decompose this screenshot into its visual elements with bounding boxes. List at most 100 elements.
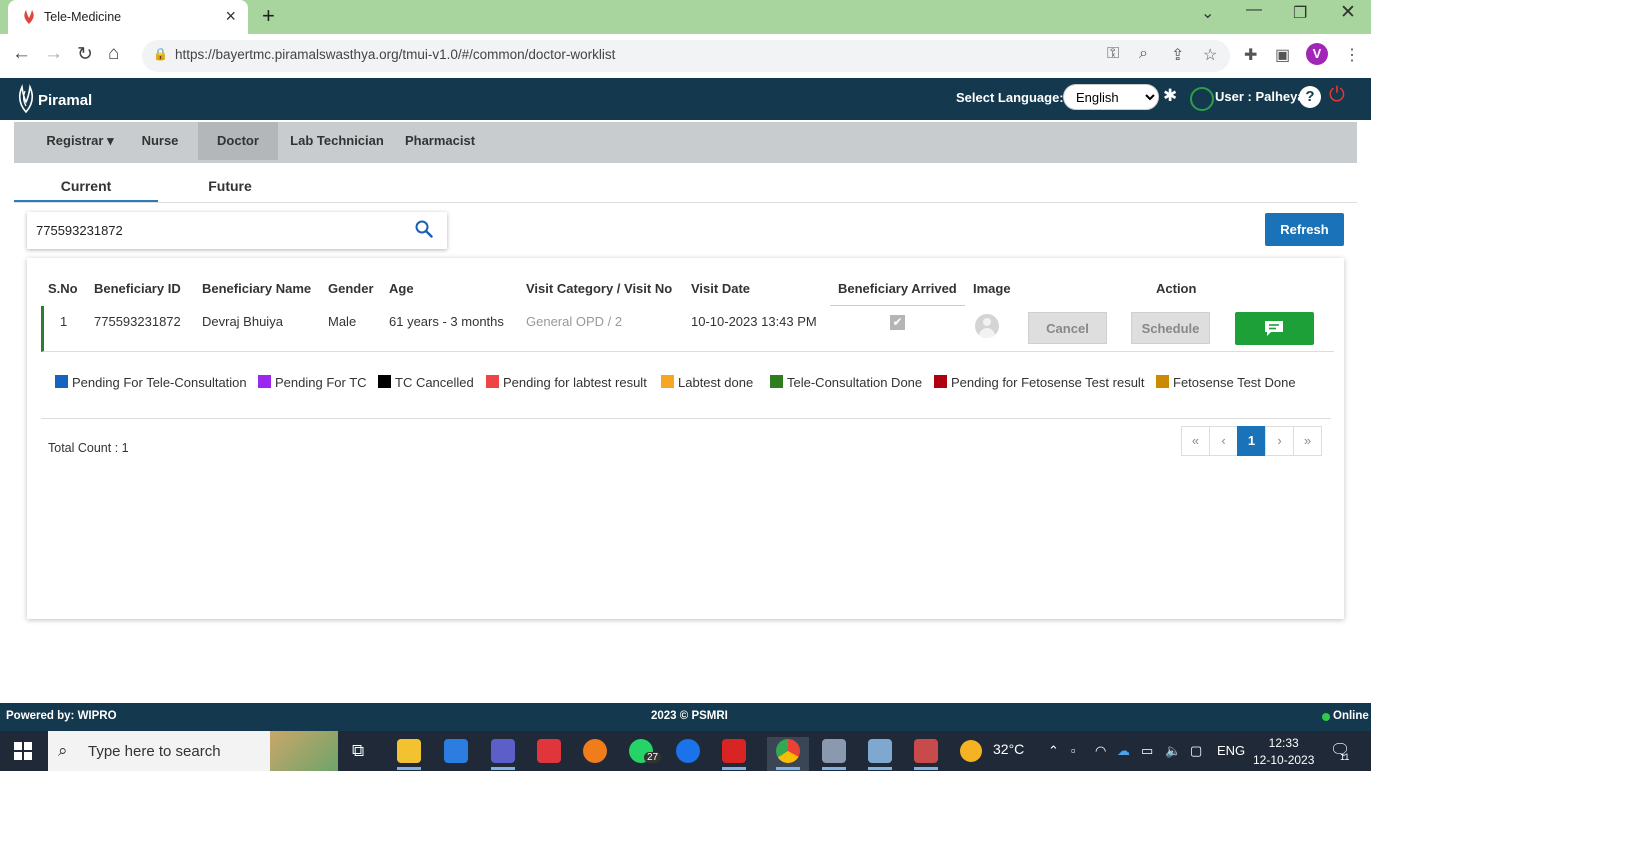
bluetooth-icon[interactable]: ✱ [1163,86,1177,106]
new-tab-icon[interactable]: + [262,3,275,29]
chrome-icon[interactable] [776,739,800,763]
search-input[interactable] [34,222,398,239]
key-icon[interactable]: ⚿ [1107,45,1119,63]
legend-item: Fetosense Test Done [1156,375,1296,390]
schedule-button[interactable]: Schedule [1131,312,1210,344]
weather-icon[interactable] [960,740,982,762]
legend-item: Labtest done [661,375,753,390]
meet-icon[interactable]: ▫ [1071,743,1076,758]
column-header-visit-category: Visit Category / Visit No [526,281,673,296]
role-registrar[interactable]: Registrar ▾ [33,122,127,160]
running-indicator [491,767,515,770]
running-indicator [868,767,892,770]
volume-icon[interactable]: 🔈 [1165,743,1181,759]
swiggy-icon[interactable] [583,739,607,763]
running-indicator [722,767,746,770]
minimize-icon[interactable]: — [1246,1,1262,19]
pagination-prev[interactable]: ‹ [1209,426,1238,456]
profile-avatar[interactable]: V [1306,43,1328,65]
search-icon[interactable] [415,220,433,238]
role-nurse[interactable]: Nurse [130,122,190,160]
forward-icon[interactable]: → [44,43,63,65]
tab-divider [14,202,1357,203]
anydesk-icon[interactable] [537,739,561,763]
taskbar-clock[interactable]: 12:33 12-10-2023 [1253,735,1314,769]
restore-icon[interactable]: ❐ [1293,3,1307,23]
back-icon[interactable]: ← [12,43,31,65]
select-language-label: Select Language: [956,90,1064,105]
store-icon[interactable] [444,739,468,763]
beneficiary-avatar-icon[interactable] [975,314,999,338]
total-count: Total Count : 1 [48,441,129,455]
close-window-icon[interactable]: ✕ [1340,1,1356,24]
logout-power-icon[interactable]: ⏻ [1329,84,1345,107]
extensions-icon[interactable]: ✚ [1244,45,1257,65]
legend-divider [41,418,1331,419]
legend-item: Tele-Consultation Done [770,375,922,390]
cell-gender: Male [328,314,357,329]
snipping-tool-icon[interactable] [914,739,938,763]
task-view-icon[interactable]: ⧉ [352,741,364,761]
help-icon[interactable]: ? [1299,86,1321,108]
url-text[interactable]: https://bayertmc.piramalswasthya.org/tmu… [175,47,615,62]
display-icon[interactable]: ▢ [1190,743,1202,759]
reload-icon[interactable]: ↻ [77,43,93,66]
wifi-icon[interactable]: ◠ [1095,743,1106,759]
share-icon[interactable]: ⇪ [1171,45,1184,65]
tray-chevron-icon[interactable]: ⌃ [1048,743,1059,759]
browser-tab[interactable]: Tele-Medicine × [8,0,248,34]
tab-current[interactable]: Current [14,174,158,203]
lock-icon[interactable]: 🔒 [153,47,168,61]
pagination-page[interactable]: 1 [1237,426,1266,456]
legend-swatch [661,375,674,388]
beneficiary-arrived-checkbox[interactable]: ✔ [890,315,905,330]
vivaldi-app-icon[interactable] [722,739,746,763]
cancel-button[interactable]: Cancel [1028,312,1107,344]
column-header-beneficiary-id: Beneficiary ID [94,281,181,296]
cell-age: 61 years - 3 months [389,314,504,329]
legend-swatch [1156,375,1169,388]
onedrive-icon[interactable]: ☁ [1117,743,1130,759]
legend-item: Pending for labtest result [486,375,647,390]
notification-count: 11 [1340,752,1350,762]
column-header-beneficiary-name: Beneficiary Name [202,281,312,296]
pagination-last[interactable]: » [1293,426,1322,456]
role-pharmacist[interactable]: Pharmacist [398,122,482,160]
column-header-sno: S.No [48,281,78,296]
paint-icon[interactable] [868,739,892,763]
powered-by: Powered by: WIPRO [6,710,117,722]
whatsapp-badge: 27 [644,752,662,763]
user-icon [1190,87,1214,111]
language-select[interactable]: English [1063,84,1159,110]
column-header-action: Action [1156,281,1197,296]
refresh-button[interactable]: Refresh [1265,213,1344,246]
tab-search-chevron-icon[interactable]: ⌄ [1201,3,1214,23]
file-explorer-icon[interactable] [397,739,421,763]
teams-icon[interactable] [491,739,515,763]
windows-start-icon[interactable] [14,742,32,760]
grammarly-icon[interactable] [676,739,700,763]
weather-temp[interactable]: 32°C [993,741,1024,757]
side-panel-icon[interactable]: ▣ [1275,45,1290,65]
input-language[interactable]: ENG [1217,743,1245,758]
tab-future[interactable]: Future [158,174,302,200]
settings-app-icon[interactable] [822,739,846,763]
role-doctor[interactable]: Doctor [198,122,278,160]
running-indicator [822,767,846,770]
battery-icon[interactable]: ▭ [1141,743,1153,759]
role-lab-technician[interactable]: Lab Technician [287,122,387,160]
online-status: Online [1333,710,1369,722]
pagination-next[interactable]: › [1265,426,1294,456]
bookmark-star-icon[interactable]: ☆ [1203,45,1217,65]
pagination-first[interactable]: « [1181,426,1210,456]
clock-date: 12-10-2023 [1253,753,1315,767]
zoom-icon[interactable]: ⌕ [1139,45,1148,63]
legend-item: Pending for Fetosense Test result [934,375,1144,390]
clock-time: 12:33 [1268,736,1299,750]
browser-menu-icon[interactable]: ⋮ [1344,45,1360,65]
home-icon[interactable]: ⌂ [108,43,119,65]
chat-icon [1265,321,1283,336]
close-tab-icon[interactable]: × [225,6,236,27]
taskbar-search-placeholder[interactable]: Type here to search [88,743,221,760]
legend-swatch [258,375,271,388]
